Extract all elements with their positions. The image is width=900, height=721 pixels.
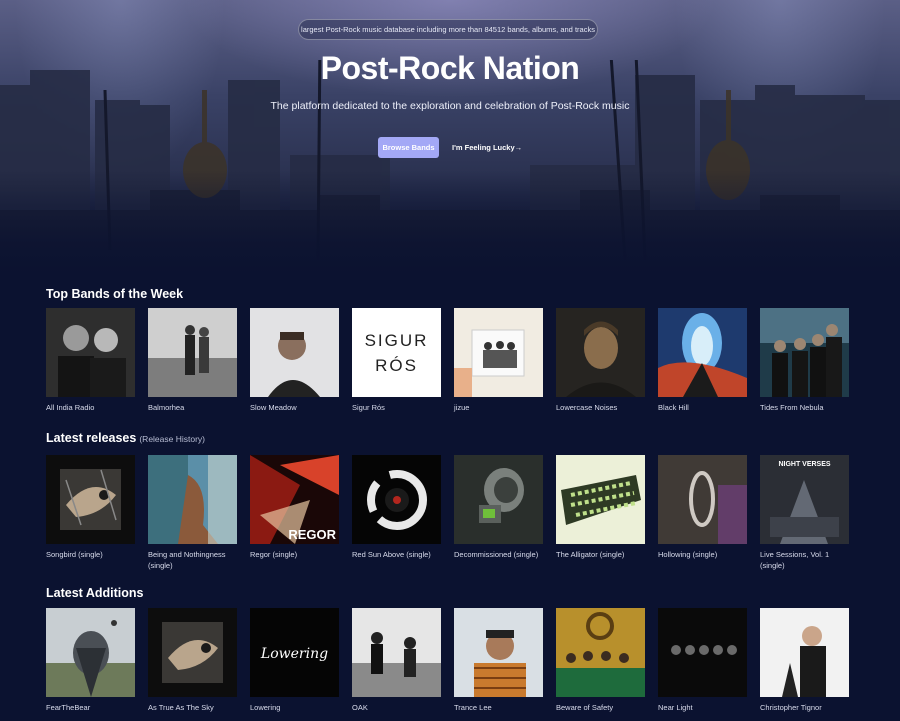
addition-card-trance-lee[interactable]: Trance Lee <box>454 608 543 714</box>
band-card-all-india-radio[interactable]: All India Radio <box>46 308 135 414</box>
addition-card-fearthebear[interactable]: FearTheBear <box>46 608 135 714</box>
band-photo[interactable] <box>760 308 849 397</box>
band-name[interactable]: FearTheBear <box>46 703 135 714</box>
release-title[interactable]: The Alligator (single) <box>556 550 645 561</box>
release-card-decommissioned[interactable]: Decommissioned (single) <box>454 455 543 561</box>
latest-additions-heading: Latest Additions <box>46 586 143 600</box>
band-card-sigur-ros[interactable]: SIGUR RÓS Sigur Rós <box>352 308 441 414</box>
band-photo[interactable]: Lowering <box>250 608 339 697</box>
band-photo[interactable] <box>658 608 747 697</box>
band-card-black-hill[interactable]: Black Hill <box>658 308 747 414</box>
release-card-hollowing[interactable]: Hollowing (single) <box>658 455 747 561</box>
addition-card-beware-of-safety[interactable]: Beware of Safety <box>556 608 645 714</box>
band-name[interactable]: Christopher Tignor <box>760 703 849 714</box>
addition-card-as-true-as-the-sky[interactable]: As True As The Sky <box>148 608 237 714</box>
release-title[interactable]: Hollowing (single) <box>658 550 747 561</box>
band-photo[interactable] <box>46 308 135 397</box>
band-photo[interactable] <box>148 308 237 397</box>
band-name[interactable]: jizue <box>454 403 543 414</box>
album-cover[interactable] <box>46 455 135 544</box>
release-card-red-sun-above[interactable]: Red Sun Above (single) <box>352 455 441 561</box>
regor-cover-text: REGOR <box>288 527 336 542</box>
album-cover[interactable] <box>352 455 441 544</box>
band-card-slow-meadow[interactable]: Slow Meadow <box>250 308 339 414</box>
band-card-jizue[interactable]: jizue <box>454 308 543 414</box>
album-cover[interactable]: REGOR <box>250 455 339 544</box>
album-cover[interactable] <box>658 455 747 544</box>
band-name[interactable]: Tides From Nebula <box>760 403 849 414</box>
album-cover[interactable] <box>556 455 645 544</box>
band-photo[interactable] <box>352 608 441 697</box>
feeling-lucky-button[interactable]: I'm Feeling Lucky→ <box>447 137 525 158</box>
latest-releases-heading: Latest releases (Release History) <box>46 431 205 445</box>
album-cover[interactable] <box>148 455 237 544</box>
browse-bands-button[interactable]: Browse Bands <box>378 137 439 158</box>
band-name[interactable]: Lowering <box>250 703 339 714</box>
band-photo[interactable] <box>760 608 849 697</box>
band-name[interactable]: Near Light <box>658 703 747 714</box>
site-tagline: The platform dedicated to the exploratio… <box>270 100 630 112</box>
band-name[interactable]: All India Radio <box>46 403 135 414</box>
release-title[interactable]: Songbird (single) <box>46 550 135 561</box>
top-bands-title: Top Bands of the Week <box>46 287 184 301</box>
top-bands-heading: Top Bands of the Week <box>46 287 183 301</box>
release-card-the-alligator[interactable]: The Alligator (single) <box>556 455 645 561</box>
band-card-tides-from-nebula[interactable]: Tides From Nebula <box>760 308 849 414</box>
release-history-link[interactable]: (Release History) <box>139 434 205 444</box>
release-title[interactable]: Red Sun Above (single) <box>352 550 441 561</box>
latest-additions-row: FearTheBear As True As The Sky Lowering … <box>46 608 854 721</box>
band-photo[interactable] <box>658 308 747 397</box>
band-name[interactable]: Sigur Rós <box>352 403 441 414</box>
database-size-badge: largest Post-Rock music database includi… <box>298 19 598 40</box>
release-card-regor[interactable]: REGOR Regor (single) <box>250 455 339 561</box>
band-name[interactable]: Trance Lee <box>454 703 543 714</box>
band-photo[interactable] <box>556 308 645 397</box>
band-name[interactable]: OAK <box>352 703 441 714</box>
band-photo[interactable] <box>46 608 135 697</box>
addition-card-lowering[interactable]: Lowering Lowering <box>250 608 339 714</box>
lowering-logo-text: Lowering <box>260 646 328 662</box>
band-photo[interactable]: SIGUR RÓS <box>352 308 441 397</box>
release-title[interactable]: Decommissioned (single) <box>454 550 543 561</box>
release-title[interactable]: Live Sessions, Vol. 1 (single) <box>760 550 849 571</box>
addition-card-near-light[interactable]: Near Light <box>658 608 747 714</box>
night-verses-cover-text: NIGHT VERSES <box>778 461 830 468</box>
release-title[interactable]: Regor (single) <box>250 550 339 561</box>
release-card-being-and-nothingness[interactable]: Being and Nothingness (single) <box>148 455 237 571</box>
latest-additions-title: Latest Additions <box>46 586 144 600</box>
latest-releases-row: Songbird (single) Being and Nothingness … <box>46 455 854 585</box>
release-title[interactable]: Being and Nothingness (single) <box>148 550 237 571</box>
release-card-live-sessions-vol-1[interactable]: NIGHT VERSES Live Sessions, Vol. 1 (sing… <box>760 455 849 571</box>
band-photo[interactable] <box>454 308 543 397</box>
band-photo[interactable] <box>250 308 339 397</box>
band-name[interactable]: Lowercase Noises <box>556 403 645 414</box>
sigur-ros-logo-line2: RÓS <box>375 356 418 375</box>
band-name[interactable]: Black Hill <box>658 403 747 414</box>
band-card-lowercase-noises[interactable]: Lowercase Noises <box>556 308 645 414</box>
top-bands-row: All India Radio Balmorhea Slow Meadow SI… <box>46 308 854 438</box>
band-photo[interactable] <box>148 608 237 697</box>
band-photo[interactable] <box>454 608 543 697</box>
band-photo[interactable] <box>556 608 645 697</box>
album-cover[interactable]: NIGHT VERSES <box>760 455 849 544</box>
addition-card-oak[interactable]: OAK <box>352 608 441 714</box>
latest-releases-title: Latest releases <box>46 431 137 445</box>
addition-card-christopher-tignor[interactable]: Christopher Tignor <box>760 608 849 714</box>
album-cover[interactable] <box>454 455 543 544</box>
release-card-songbird[interactable]: Songbird (single) <box>46 455 135 561</box>
band-name[interactable]: Slow Meadow <box>250 403 339 414</box>
band-card-balmorhea[interactable]: Balmorhea <box>148 308 237 414</box>
band-name[interactable]: Balmorhea <box>148 403 237 414</box>
band-name[interactable]: Beware of Safety <box>556 703 645 714</box>
hero-banner: largest Post-Rock music database includi… <box>0 0 900 275</box>
site-title: Post-Rock Nation <box>320 50 580 86</box>
sigur-ros-logo-line1: SIGUR <box>365 331 429 350</box>
band-name[interactable]: As True As The Sky <box>148 703 237 714</box>
